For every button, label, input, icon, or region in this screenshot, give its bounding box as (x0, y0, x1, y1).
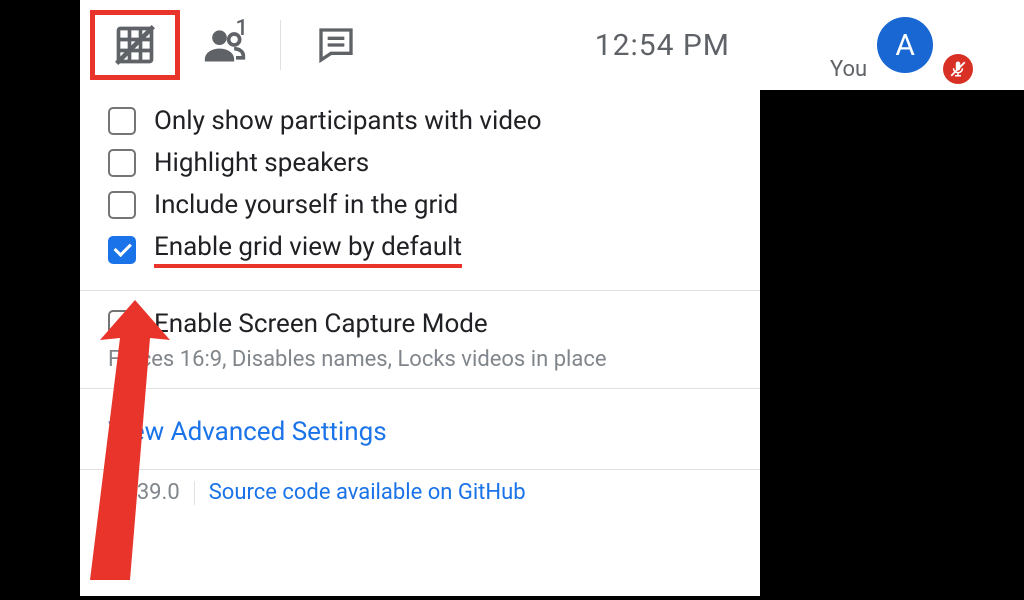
option-include-self[interactable]: Include yourself in the grid (80, 184, 760, 226)
option-label: Include yourself in the grid (154, 190, 458, 220)
footer-divider (194, 481, 195, 505)
advanced-settings-link[interactable]: View Advanced Settings (80, 401, 760, 463)
option-label: Enable grid view by default (154, 232, 462, 268)
github-link[interactable]: Source code available on GitHub (209, 480, 526, 505)
chat-icon[interactable] (291, 10, 381, 80)
option-only-video[interactable]: Only show participants with video (80, 100, 760, 142)
toolbar: 1 12:54 PM (80, 0, 760, 90)
section-divider (80, 290, 760, 291)
section-divider (80, 388, 760, 389)
option-label: Only show participants with video (154, 106, 542, 136)
people-icon[interactable] (180, 10, 270, 80)
option-label: Enable Screen Capture Mode (154, 309, 488, 339)
settings-panel: 1 12:54 PM Only show participants with v… (80, 0, 760, 596)
version-text: v1.39.0 (108, 480, 180, 505)
people-count: 1 (235, 16, 248, 41)
checkbox-icon[interactable] (108, 107, 136, 135)
mic-muted-icon[interactable] (943, 54, 973, 84)
option-label: Highlight speakers (154, 148, 369, 178)
options-list: Only show participants with video Highli… (80, 90, 760, 505)
checkbox-icon[interactable] (108, 149, 136, 177)
option-enable-grid-default[interactable]: Enable grid view by default (80, 226, 760, 274)
grid-view-toggle-icon[interactable] (90, 10, 180, 80)
option-highlight-speakers[interactable]: Highlight speakers (80, 142, 760, 184)
footer: v1.39.0 Source code available on GitHub (80, 469, 760, 505)
avatar: A (877, 17, 933, 73)
screen-capture-description: Forces 16:9, Disables names, Locks video… (80, 345, 760, 372)
self-view-tile: You A (760, 0, 1024, 90)
clock: 12:54 PM (595, 28, 730, 63)
option-screen-capture[interactable]: Enable Screen Capture Mode (80, 303, 760, 345)
checkbox-checked-icon[interactable] (108, 236, 136, 264)
checkbox-icon[interactable] (108, 191, 136, 219)
toolbar-divider (280, 20, 281, 70)
self-label: You (830, 57, 867, 82)
checkbox-icon[interactable] (108, 310, 136, 338)
